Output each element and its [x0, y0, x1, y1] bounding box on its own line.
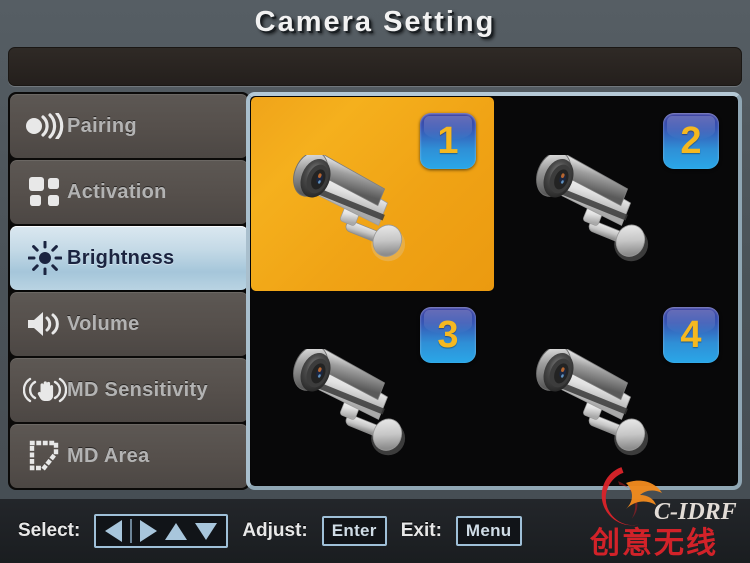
adjust-label: Adjust:	[242, 520, 308, 541]
exit-label: Exit:	[400, 520, 442, 541]
enter-key-button[interactable]: Enter	[321, 516, 387, 546]
enter-key-label: Enter	[331, 521, 377, 540]
sidebar-item-md-area[interactable]: MD Area	[10, 424, 248, 488]
status-bar-text	[9, 48, 741, 70]
camera-cell-2[interactable]: 2	[494, 97, 737, 291]
camera-grid-panel: 1 2 3 4	[246, 92, 742, 490]
main-content: Pairing Activation Brightness Volume MD …	[0, 92, 750, 497]
dotted-region-icon	[23, 436, 67, 476]
footer-hint-bar: Select: Adjust: Enter Exit: Menu	[0, 499, 750, 563]
title-bar: Camera Setting	[0, 0, 750, 45]
menu-key-label: Menu	[465, 521, 512, 540]
sidebar-item-volume[interactable]: Volume	[10, 292, 248, 356]
up-arrow-icon[interactable]	[165, 522, 188, 540]
cctv-camera-icon	[523, 349, 683, 459]
down-arrow-icon[interactable]	[195, 522, 218, 540]
cctv-camera-icon	[280, 349, 440, 459]
camera-number-badge: 2	[663, 113, 719, 169]
page-title: Camera Setting	[254, 6, 496, 38]
camera-cell-1[interactable]: 1	[251, 97, 494, 291]
arrow-divider	[130, 519, 133, 543]
menu-key-button[interactable]: Menu	[455, 516, 522, 546]
camera-number-badge: 1	[420, 113, 476, 169]
left-arrow-icon[interactable]	[105, 520, 123, 542]
camera-number-badge: 3	[420, 307, 476, 363]
camera-number: 3	[437, 314, 459, 356]
camera-number-badge: 4	[663, 307, 719, 363]
select-label: Select:	[18, 520, 81, 541]
sidebar-item-brightness[interactable]: Brightness	[10, 226, 248, 290]
camera-cell-4[interactable]: 4	[494, 291, 737, 485]
sun-icon	[23, 238, 67, 278]
camera-setting-screen: Camera Setting Pairing Activation Bright…	[0, 0, 750, 563]
camera-number: 1	[437, 120, 459, 162]
sidebar-item-md-sensitivity[interactable]: MD Sensitivity	[10, 358, 248, 422]
sidebar-item-label: Volume	[67, 312, 140, 335]
sidebar-item-label: Pairing	[67, 114, 137, 137]
hand-motion-icon	[23, 370, 67, 410]
status-bar	[8, 47, 742, 86]
sidebar-item-pairing[interactable]: Pairing	[10, 94, 248, 158]
cctv-camera-icon	[280, 155, 440, 265]
camera-cell-3[interactable]: 3	[251, 291, 494, 485]
cctv-camera-icon	[523, 155, 683, 265]
sidebar-item-activation[interactable]: Activation	[10, 160, 248, 224]
sidebar-item-label: MD Area	[67, 444, 150, 467]
speaker-icon	[23, 304, 67, 344]
direction-pad[interactable]	[94, 514, 229, 548]
sidebar-item-label: Brightness	[67, 246, 175, 269]
sidebar-item-label: Activation	[67, 180, 167, 203]
grid-squares-icon	[23, 172, 67, 212]
camera-number: 2	[680, 120, 702, 162]
camera-number: 4	[680, 314, 702, 356]
signal-wave-icon	[23, 106, 67, 146]
right-arrow-icon[interactable]	[140, 520, 158, 542]
settings-menu-sidebar: Pairing Activation Brightness Volume MD …	[8, 92, 250, 490]
sidebar-item-label: MD Sensitivity	[67, 378, 208, 401]
